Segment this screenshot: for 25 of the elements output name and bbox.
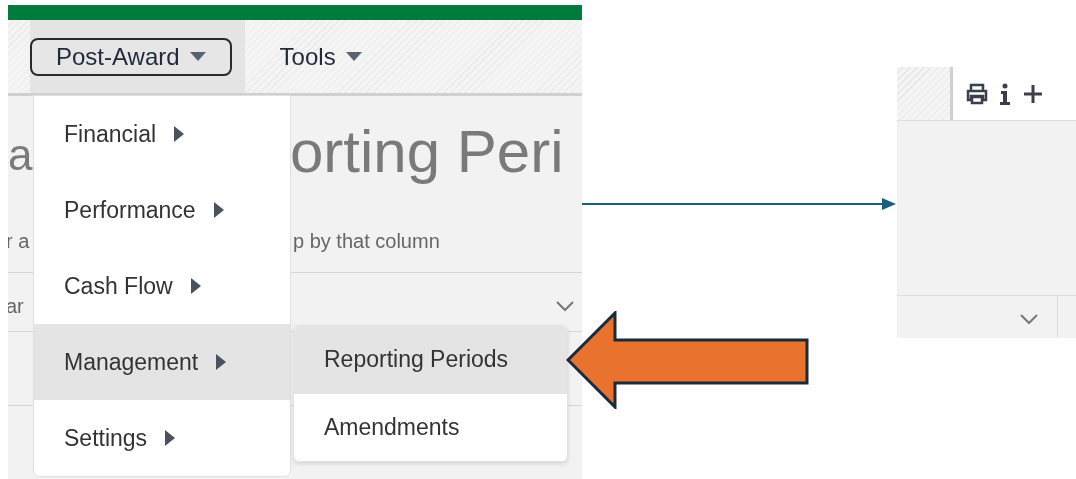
menu-item[interactable]: Performance <box>34 172 290 248</box>
menu-item[interactable]: Cash Flow <box>34 248 290 324</box>
menu-item[interactable]: Settings <box>34 400 290 476</box>
page-title-fragment: a <box>8 133 33 177</box>
submenu-arrow-icon <box>190 278 201 294</box>
nav-menu-button[interactable]: Post-Award <box>30 37 232 76</box>
submenu-item[interactable]: Amendments <box>294 393 567 461</box>
submenu-arrow-icon <box>213 202 224 218</box>
nav-menu-button[interactable]: Tools <box>253 37 388 76</box>
hint-text-fragment: r a <box>8 230 30 253</box>
hint-text-fragment: p by that column <box>293 230 440 253</box>
info-icon[interactable] <box>999 81 1011 106</box>
submenu-item[interactable]: Reporting Periods <box>294 326 567 394</box>
submenu-arrow-icon <box>216 354 227 370</box>
print-icon[interactable] <box>965 81 989 106</box>
menu-item[interactable]: Management <box>34 324 290 400</box>
submenu-arrow-icon <box>174 126 185 142</box>
menu-item[interactable]: Financial <box>34 96 290 172</box>
caret-icon <box>189 52 206 61</box>
submenu-arrow-icon <box>165 430 176 446</box>
page-title-fragment: orting Peri <box>290 117 564 186</box>
caret-icon <box>345 52 362 61</box>
hatched-toolbar-area <box>897 67 953 120</box>
chevron-down-icon <box>1019 313 1039 325</box>
chevron-down-icon <box>555 300 575 312</box>
